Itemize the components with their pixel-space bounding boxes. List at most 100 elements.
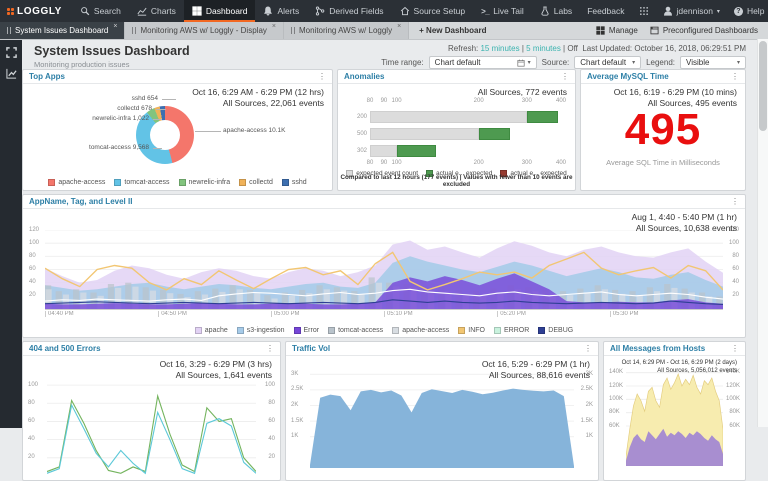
tab-close-icon[interactable]: ×	[272, 23, 276, 30]
scrollbar-thumb[interactable]	[759, 41, 767, 131]
drag-handle-icon	[7, 27, 11, 34]
charts-icon	[137, 6, 147, 16]
errors-line-chart[interactable]	[47, 376, 256, 476]
slice-label-newrelic: newrelic-infra 1,022	[92, 115, 149, 122]
legend-item-debug[interactable]: DEBUG	[538, 327, 573, 334]
page-scrollbar[interactable]	[757, 39, 768, 427]
nav-item-dashboard[interactable]: Dashboard	[184, 0, 256, 22]
nav-item-help[interactable]: ?Help	[727, 6, 768, 16]
time-range-value: Chart default	[435, 58, 481, 67]
manage-button[interactable]: Manage	[596, 26, 638, 35]
new-dashboard-button[interactable]: + New Dashboard	[409, 22, 496, 39]
tab-close-icon[interactable]: ×	[397, 23, 401, 30]
legend-item-collectd[interactable]: collectd	[239, 179, 273, 186]
legend-item-tomcat-access[interactable]: tomcat-access	[328, 327, 383, 334]
panel-title: AppName, Tag, and Level II	[29, 197, 132, 206]
top-nav: LOGGLY SearchChartsDashboardAlertsDerive…	[0, 0, 768, 22]
drag-handle-icon	[291, 27, 295, 34]
anomaly-row-302[interactable]: 302	[370, 145, 561, 157]
tab-label: Monitoring AWS w/ Loggly - Display	[140, 26, 266, 35]
preconfigured-dashboards-button[interactable]: Preconfigured Dashboards	[650, 26, 758, 35]
y-axis-label: 100K	[726, 396, 740, 402]
nav-item-search[interactable]: Search	[72, 0, 129, 22]
y-axis-label: 80K	[729, 409, 740, 415]
kebab-menu-icon[interactable]: ⋮	[731, 197, 739, 206]
legend-item-sshd[interactable]: sshd	[282, 179, 307, 186]
y-axis-label: 80	[29, 253, 36, 259]
y-axis-label: 2.5K	[581, 386, 593, 392]
kebab-menu-icon[interactable]: ⋮	[731, 344, 739, 353]
appname-area-chart[interactable]	[45, 230, 723, 310]
nav-item-label: Feedback	[587, 6, 624, 16]
legend-item-s3-ingestion[interactable]: s3-ingestion	[237, 327, 285, 334]
y-axis-label: 120K	[609, 383, 623, 389]
nav-item-charts[interactable]: Charts	[129, 0, 184, 22]
refresh-option-off[interactable]: Off	[567, 44, 578, 53]
y-axis-label: 80	[268, 400, 275, 406]
fullscreen-icon[interactable]	[6, 47, 17, 58]
edit-dashboard-icon[interactable]	[6, 68, 17, 79]
category-label: 302	[346, 148, 367, 154]
x-axis-label: 04:50 PM	[158, 311, 187, 317]
chevron-down-icon: ▾	[528, 59, 531, 66]
legend-item-apache-access[interactable]: apache-access	[392, 327, 449, 334]
page-subtitle: Monitoring production issues	[34, 60, 190, 69]
kebab-menu-icon[interactable]: ⋮	[731, 72, 739, 81]
y-axis-label: 20	[29, 292, 36, 298]
traffic-area-chart[interactable]	[310, 368, 574, 468]
nav-item-jdennison[interactable]: jdennison▾	[656, 6, 727, 16]
anomalies-footer: Compared to last 12 hours (177 events) |…	[338, 174, 575, 188]
dashboard-tab-monitoring-aws-w-loggly[interactable]: Monitoring AWS w/ Loggly×	[284, 22, 409, 39]
anomaly-row-500[interactable]: 500	[370, 128, 561, 140]
anomaly-row-200[interactable]: 200	[370, 111, 561, 123]
x-axis-label: 05:20 PM	[497, 311, 526, 317]
loggly-logo-icon	[7, 8, 14, 15]
slice-label-tomcat: tomcat-access 9,568	[89, 144, 149, 151]
loggly-logo[interactable]: LOGGLY	[0, 0, 72, 22]
legend-item-error[interactable]: ERROR	[494, 327, 529, 334]
nav-item-alerts[interactable]: Alerts	[255, 0, 307, 22]
source-select[interactable]: Chart default ▾	[574, 56, 641, 69]
source-setup-icon	[400, 6, 410, 16]
refresh-option-5-minutes[interactable]: 5 minutes	[526, 44, 561, 53]
legend-item-apache-access[interactable]: apache-access	[48, 179, 105, 186]
legend-item-info[interactable]: INFO	[458, 327, 485, 334]
loggly-logo-text: LOGGLY	[17, 6, 62, 17]
y-axis-label: 40	[28, 436, 35, 442]
time-range-select[interactable]: Chart default ▾	[429, 56, 537, 69]
chart-subtitle: Oct 14, 6:29 PM - Oct 16, 6:29 PM (2 day…	[622, 359, 737, 375]
dashboard-tab-system-issues-dashboard[interactable]: System Issues Dashboard×	[0, 22, 125, 39]
refresh-controls: Refresh: 15 minutes | 5 minutes | Off La…	[381, 44, 746, 53]
mysql-time-caption: Average SQL Time in Milliseconds	[581, 158, 745, 167]
anomalies-bar-chart[interactable]: 8090100200300400200500302809010020030040…	[370, 98, 561, 168]
hosts-area-chart[interactable]	[626, 366, 723, 466]
kebab-menu-icon[interactable]: ⋮	[266, 344, 274, 353]
legend-item-error[interactable]: Error	[294, 327, 320, 334]
refresh-option-15-minutes[interactable]: 15 minutes	[480, 44, 519, 53]
legend-label: Legend:	[646, 58, 675, 67]
dashboard-tab-monitoring-aws-w-loggly-display[interactable]: Monitoring AWS w/ Loggly - Display ×	[125, 22, 284, 39]
chart-legend: apache-access tomcat-access newrelic-infra…	[23, 179, 332, 186]
tab-close-icon[interactable]: ×	[113, 23, 117, 30]
legend-item-apache[interactable]: apache	[195, 327, 228, 334]
nav-item-live-tail[interactable]: >_Live Tail	[473, 0, 532, 22]
y-axis-label: 60	[29, 266, 36, 272]
nav-item-labs[interactable]: Labs	[532, 0, 580, 22]
legend-select[interactable]: Visible ▾	[680, 56, 746, 69]
kebab-menu-icon[interactable]: ⋮	[584, 344, 592, 353]
nav-item-feedback[interactable]: Feedback	[580, 6, 631, 16]
nav-item-source-setup[interactable]: Source Setup	[392, 0, 474, 22]
y-axis-label: 1.5K	[581, 418, 593, 424]
y-axis-label: 100	[29, 240, 39, 246]
y-axis-label: 60K	[609, 423, 620, 429]
y-axis-label: 100	[28, 382, 38, 388]
nav-item-derived-fields[interactable]: Derived Fields	[307, 0, 391, 22]
kebab-menu-icon[interactable]: ⋮	[561, 72, 569, 81]
kebab-menu-icon[interactable]: ⋮	[318, 72, 326, 81]
nav-item-label: Help	[747, 6, 764, 16]
legend-item-newrelic-infra[interactable]: newrelic-infra	[179, 179, 231, 186]
nav-item-grid[interactable]	[632, 6, 656, 16]
legend-item-tomcat-access[interactable]: tomcat-access	[114, 179, 169, 186]
source-label: Source:	[542, 58, 570, 67]
axis-tick-label: 300	[522, 98, 532, 104]
